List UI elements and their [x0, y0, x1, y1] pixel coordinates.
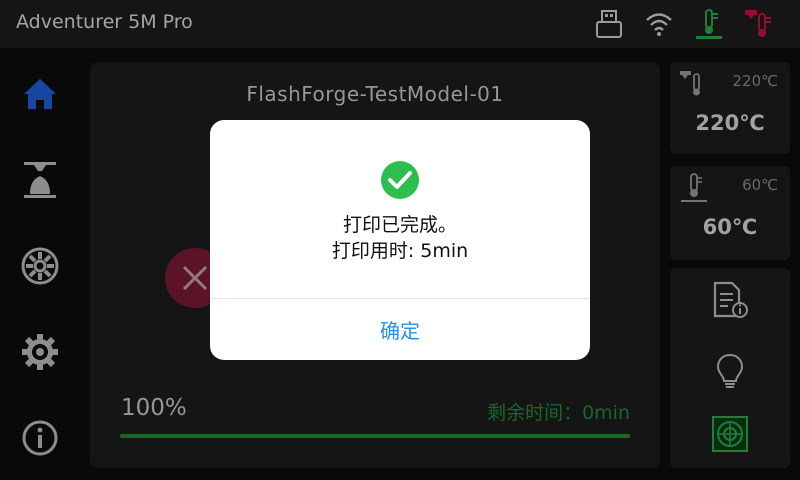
confirm-button[interactable]: 确定: [210, 299, 590, 360]
print-complete-dialog: 打印已完成。 打印用时: 5min 确定: [210, 120, 590, 360]
check-circle-icon: [381, 161, 419, 199]
dialog-print-time: 打印用时: 5min: [331, 240, 469, 262]
dialog-message: 打印已完成。: [342, 214, 457, 236]
